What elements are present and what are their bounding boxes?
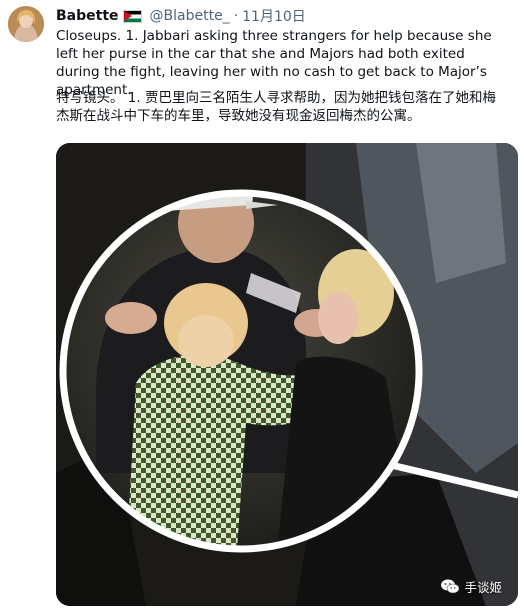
display-name[interactable]: Babette xyxy=(56,8,119,24)
avatar[interactable] xyxy=(8,6,44,42)
closeup-photo xyxy=(56,143,518,606)
tweet-card[interactable]: Babette @Blabette_ · 11月10日 Closeups. 1.… xyxy=(0,0,524,614)
separator-dot: · xyxy=(233,8,239,24)
palestine-flag-icon xyxy=(122,9,142,23)
watermark-text: 手谈姬 xyxy=(464,580,502,595)
avatar-image xyxy=(8,6,44,42)
tweet-header: Babette @Blabette_ · 11月10日 xyxy=(56,6,306,26)
wechat-icon xyxy=(441,579,460,594)
tweet-media-image[interactable]: 手谈姬 xyxy=(56,143,518,606)
tweet-text-chinese: 特写镜头。 1. 贾巴里向三名陌生人寻求帮助，因为她把钱包落在了她和梅杰斯在战斗… xyxy=(56,90,496,124)
user-handle[interactable]: @Blabette_ xyxy=(150,8,230,24)
watermark: 手谈姬 xyxy=(441,577,502,596)
tweet-date[interactable]: 11月10日 xyxy=(242,6,306,26)
